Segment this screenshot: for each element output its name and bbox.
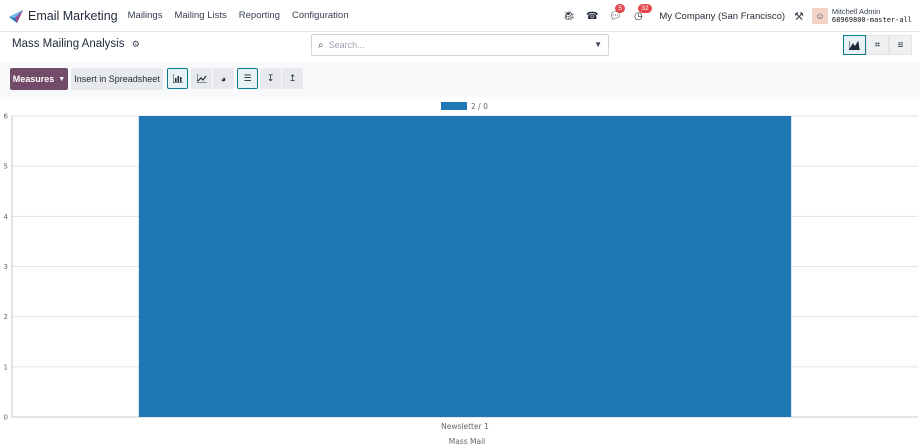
y-tick-label: 6	[4, 113, 9, 121]
menu-item-reporting[interactable]: Reporting	[239, 10, 280, 21]
user-name: Mitchell Admin	[831, 7, 881, 16]
menu-item-mailings[interactable]: Mailings	[128, 10, 163, 21]
main-menu: Mailings Mailing Lists Reporting Configu…	[128, 10, 361, 21]
search-bar[interactable]: ⌕ Search... ▼	[311, 34, 609, 56]
activities-icon[interactable]: ◷ 32	[631, 4, 652, 23]
insert-in-spreadsheet-button[interactable]: Insert in Spreadsheet	[71, 68, 163, 90]
stacked-icon[interactable]: ☰	[237, 68, 258, 89]
graph-toolbar: Measures ▼ Insert in Spreadsheet ◕ ☰ ↧ ↥	[0, 62, 920, 97]
database-name: 68969800-master-all	[831, 16, 912, 24]
pie-chart-icon[interactable]: ◕	[213, 68, 234, 89]
phone-icon[interactable]: ☎︎	[585, 9, 599, 23]
graph-view-icon[interactable]	[843, 35, 866, 55]
user-avatar[interactable]: ☺	[811, 8, 828, 24]
search-icon: ⌕	[318, 39, 324, 51]
search-options-caret-icon[interactable]: ▼	[594, 40, 602, 49]
list-view-icon[interactable]: ≡	[889, 35, 912, 55]
messages-icon[interactable]: 💬︎ 5	[608, 4, 626, 23]
x-axis-label: Mass Mail	[449, 437, 486, 446]
app-brand[interactable]: Email Marketing	[8, 8, 118, 24]
y-tick-label: 5	[4, 163, 8, 171]
user-menu[interactable]: Mitchell Admin 68969800-master-all	[831, 7, 912, 25]
search-input[interactable]: Search...	[329, 40, 365, 50]
menu-item-configuration[interactable]: Configuration	[292, 10, 349, 21]
top-navbar: Email Marketing Mailings Mailing Lists R…	[0, 0, 920, 32]
systray: 🐞︎ ☎︎ 💬︎ 5 ◷ 32 My Company (San Francisco)…	[553, 0, 912, 32]
y-tick-label: 4	[4, 213, 9, 221]
y-tick-label: 1	[4, 363, 8, 371]
page-title: Mass Mailing Analysis	[12, 38, 125, 50]
bar-chart-icon[interactable]	[167, 68, 188, 89]
caret-down-icon: ▼	[58, 75, 66, 83]
app-name: Email Marketing	[28, 8, 118, 23]
control-panel: Mass Mailing Analysis ⚙ ⌕ Search... ▼ ⌗ …	[0, 32, 920, 60]
y-tick-label: 2	[4, 313, 8, 321]
view-switcher: ⌗ ≡	[843, 35, 912, 55]
bug-icon[interactable]: 🐞︎	[562, 9, 576, 23]
measures-label: Measures	[12, 74, 55, 84]
company-switcher[interactable]: My Company (San Francisco)	[659, 11, 785, 22]
legend-swatch	[441, 102, 467, 110]
gear-icon[interactable]: ⚙	[132, 39, 140, 49]
y-tick-label: 3	[4, 263, 8, 271]
legend-label: 2 / 0	[471, 102, 488, 111]
x-tick-label: Newsletter 1	[441, 422, 489, 431]
activities-badge: 32	[638, 4, 652, 13]
debug-tools-icon[interactable]: ⚒	[794, 10, 804, 23]
y-tick-label: 0	[4, 414, 8, 422]
page-title-wrap: Mass Mailing Analysis ⚙	[12, 38, 140, 50]
messages-badge: 5	[615, 4, 626, 13]
descending-icon[interactable]: ↧	[260, 68, 281, 89]
menu-item-mailing-lists[interactable]: Mailing Lists	[174, 10, 226, 21]
line-chart-icon[interactable]	[191, 68, 212, 89]
email-marketing-logo-icon	[9, 9, 23, 23]
bar-chart: 0 1 2 3 4 5 6 2 / 0 Newsletter 1 Mass Mail	[4, 102, 918, 446]
bar	[138, 116, 792, 417]
measures-button[interactable]: Measures ▼	[10, 68, 68, 90]
ascending-icon[interactable]: ↥	[282, 68, 303, 89]
graph-chart: 0 1 2 3 4 5 6 2 / 0 Newsletter 1 Mass Mail	[0, 97, 920, 447]
pivot-view-icon[interactable]: ⌗	[866, 35, 889, 55]
